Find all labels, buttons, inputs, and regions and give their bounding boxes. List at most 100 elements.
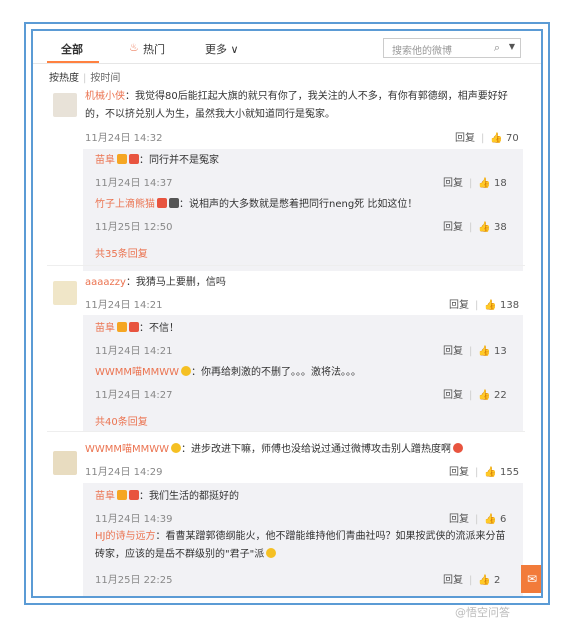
reply-time: 11月24日 14:21 xyxy=(95,346,173,357)
thumbs-up-icon[interactable]: 👍 xyxy=(484,514,496,525)
like-count: 6 xyxy=(500,514,507,525)
thumbs-up-icon[interactable]: 👍 xyxy=(478,390,490,401)
reply-actions: 回复 | 👍 2 xyxy=(443,575,501,586)
reply-author[interactable]: 苗阜 xyxy=(95,491,115,502)
thumbs-up-icon[interactable]: 👍 xyxy=(478,346,490,357)
laugh-emoji-icon xyxy=(453,443,464,453)
tab-all[interactable]: 全部 xyxy=(61,41,83,57)
like-count: 138 xyxy=(500,300,520,311)
avatar[interactable] xyxy=(53,281,77,305)
like-count: 18 xyxy=(494,178,507,189)
reply-text: 竹子上滴熊猫 ：说相声的大多数就是憋着把同行neng死 比如这位！ xyxy=(95,198,418,210)
thumbs-up-icon[interactable]: 👍 xyxy=(484,300,496,311)
comment-actions: 回复 | 👍 70 xyxy=(455,133,519,144)
reply-button[interactable]: 回复 xyxy=(455,133,475,144)
active-tab-indicator xyxy=(47,61,99,63)
sort-by-time[interactable]: 按时间 xyxy=(90,73,120,84)
comment-text: 机械小侠：我觉得80后能扛起大旗的就只有你了，我关注的人不多，有你有郭德纲，相声… xyxy=(85,91,508,102)
comment-author[interactable]: WWMM喵MMWW xyxy=(85,444,169,455)
reply-button[interactable]: 回复 xyxy=(449,467,469,478)
reply-text-cont: 砖家，应该的是岳不群级别的"君子"派 xyxy=(95,547,525,563)
reply-author[interactable]: 竹子上滴熊猫 xyxy=(95,199,155,210)
search-input[interactable]: 搜索他的微博 ⌕ ▼ xyxy=(383,38,521,58)
medal-icon xyxy=(129,322,139,332)
reply-button[interactable]: 回复 xyxy=(443,178,463,189)
comment-actions: 回复 | 👍 155 xyxy=(449,467,520,478)
tab-more[interactable]: 更多 ∨ xyxy=(205,41,239,57)
like-count: 70 xyxy=(506,133,519,144)
reply-actions: 回复 | 👍 18 xyxy=(443,178,507,189)
more-replies-link[interactable]: 共35条回复 xyxy=(95,245,148,260)
reply-button[interactable]: 回复 xyxy=(443,346,463,357)
vip-badge-icon xyxy=(117,490,127,500)
thumbs-up-icon[interactable]: 👍 xyxy=(490,133,502,144)
reply-actions: 回复 | 👍 13 xyxy=(443,346,507,357)
reply-time: 11月25日 12:50 xyxy=(95,222,173,233)
tab-bar: 全部 ♨ 热门 更多 ∨ 搜索他的微博 ⌕ ▼ xyxy=(33,31,541,64)
reply-time: 11月25日 22:25 xyxy=(95,575,173,586)
medal-icon xyxy=(129,154,139,164)
vip-badge-icon xyxy=(117,154,127,164)
comment-actions: 回复 | 👍 138 xyxy=(449,300,520,311)
vip-badge-icon xyxy=(117,322,127,332)
search-placeholder: 搜索他的微博 xyxy=(392,46,452,57)
tab-hot[interactable]: 热门 xyxy=(143,41,165,57)
search-icon[interactable]: ⌕ xyxy=(494,41,500,55)
like-count: 2 xyxy=(494,575,501,586)
divider xyxy=(47,265,525,266)
mail-icon[interactable]: ✉ xyxy=(521,565,541,593)
emoji-icon xyxy=(181,366,192,376)
reply-actions: 回复 | 👍 22 xyxy=(443,390,507,401)
comment-author[interactable]: aaaazzy xyxy=(85,277,126,288)
divider xyxy=(47,431,525,432)
medal-icon xyxy=(157,198,167,208)
emoji-icon xyxy=(171,443,182,453)
panda-icon xyxy=(169,198,179,208)
reply-author[interactable]: HJ的诗与远方 xyxy=(95,531,155,542)
sort-options: 按热度 | 按时间 xyxy=(49,73,121,84)
like-count: 22 xyxy=(494,390,507,401)
reply-author[interactable]: WWMM喵MMWW xyxy=(95,367,179,378)
like-count: 13 xyxy=(494,346,507,357)
medal-icon xyxy=(129,490,139,500)
reply-actions: 回复 | 👍 6 xyxy=(449,514,507,525)
reply-time: 11月24日 14:39 xyxy=(95,514,173,525)
avatar[interactable] xyxy=(53,451,77,475)
reply-text: HJ的诗与远方：看曹某蹭郭德纲能火，他不蹭能维持他们青曲社吗？如果按武侠的流派来… xyxy=(95,531,506,542)
smile-emoji-icon xyxy=(266,548,277,558)
reply-author[interactable]: 苗阜 xyxy=(95,323,115,334)
reply-button[interactable]: 回复 xyxy=(443,575,463,586)
thumbs-up-icon[interactable]: 👍 xyxy=(478,222,490,233)
reply-time: 11月24日 14:27 xyxy=(95,390,173,401)
chevron-down-icon[interactable]: ▼ xyxy=(509,42,515,51)
thumbs-up-icon[interactable]: 👍 xyxy=(484,467,496,478)
like-count: 155 xyxy=(500,467,520,478)
thumbs-up-icon[interactable]: 👍 xyxy=(478,575,490,586)
sort-by-hot[interactable]: 按热度 xyxy=(49,73,79,84)
comment-text: WWMM喵MMWW ：进步改进下嘛，师傅也没给说过通过微博攻击别人蹭热度啊 xyxy=(85,442,535,458)
comment-author[interactable]: 机械小侠 xyxy=(85,91,125,102)
comment-time: 11月24日 14:32 xyxy=(85,133,163,144)
reply-text: WWMM喵MMWW ：你再给刺激的不删了。。。激将法。。。 xyxy=(95,366,362,378)
comment-panel: 全部 ♨ 热门 更多 ∨ 搜索他的微博 ⌕ ▼ 按热度 | 按时间 机械小侠：我觉得… xyxy=(31,29,543,598)
more-replies-link[interactable]: 共40条回复 xyxy=(95,413,148,428)
avatar[interactable] xyxy=(53,93,77,117)
reply-button[interactable]: 回复 xyxy=(449,300,469,311)
comment-time: 11月24日 14:29 xyxy=(85,467,163,478)
reply-time: 11月24日 14:37 xyxy=(95,178,173,189)
thumbs-up-icon[interactable]: 👍 xyxy=(478,178,490,189)
reply-text: 苗阜 ：我们生活的都挺好的 xyxy=(95,490,239,502)
comment-time: 11月24日 14:21 xyxy=(85,300,163,311)
like-count: 38 xyxy=(494,222,507,233)
comment-text-cont: 的，不以挤兑别人为生，虽然我大小就知道同行是冤家。 xyxy=(85,109,335,120)
reply-button[interactable]: 回复 xyxy=(443,222,463,233)
hot-flame-icon: ♨ xyxy=(129,41,139,54)
comment-text: aaaazzy：我猜马上要删，信吗 xyxy=(85,277,226,288)
reply-text: 苗阜 ：不信！ xyxy=(95,322,179,334)
reply-actions: 回复 | 👍 38 xyxy=(443,222,507,233)
reply-button[interactable]: 回复 xyxy=(443,390,463,401)
reply-text: 苗阜 ：同行并不是冤家 xyxy=(95,154,219,166)
reply-author[interactable]: 苗阜 xyxy=(95,155,115,166)
reply-button[interactable]: 回复 xyxy=(449,514,469,525)
watermark: @悟空问答 xyxy=(455,606,510,619)
